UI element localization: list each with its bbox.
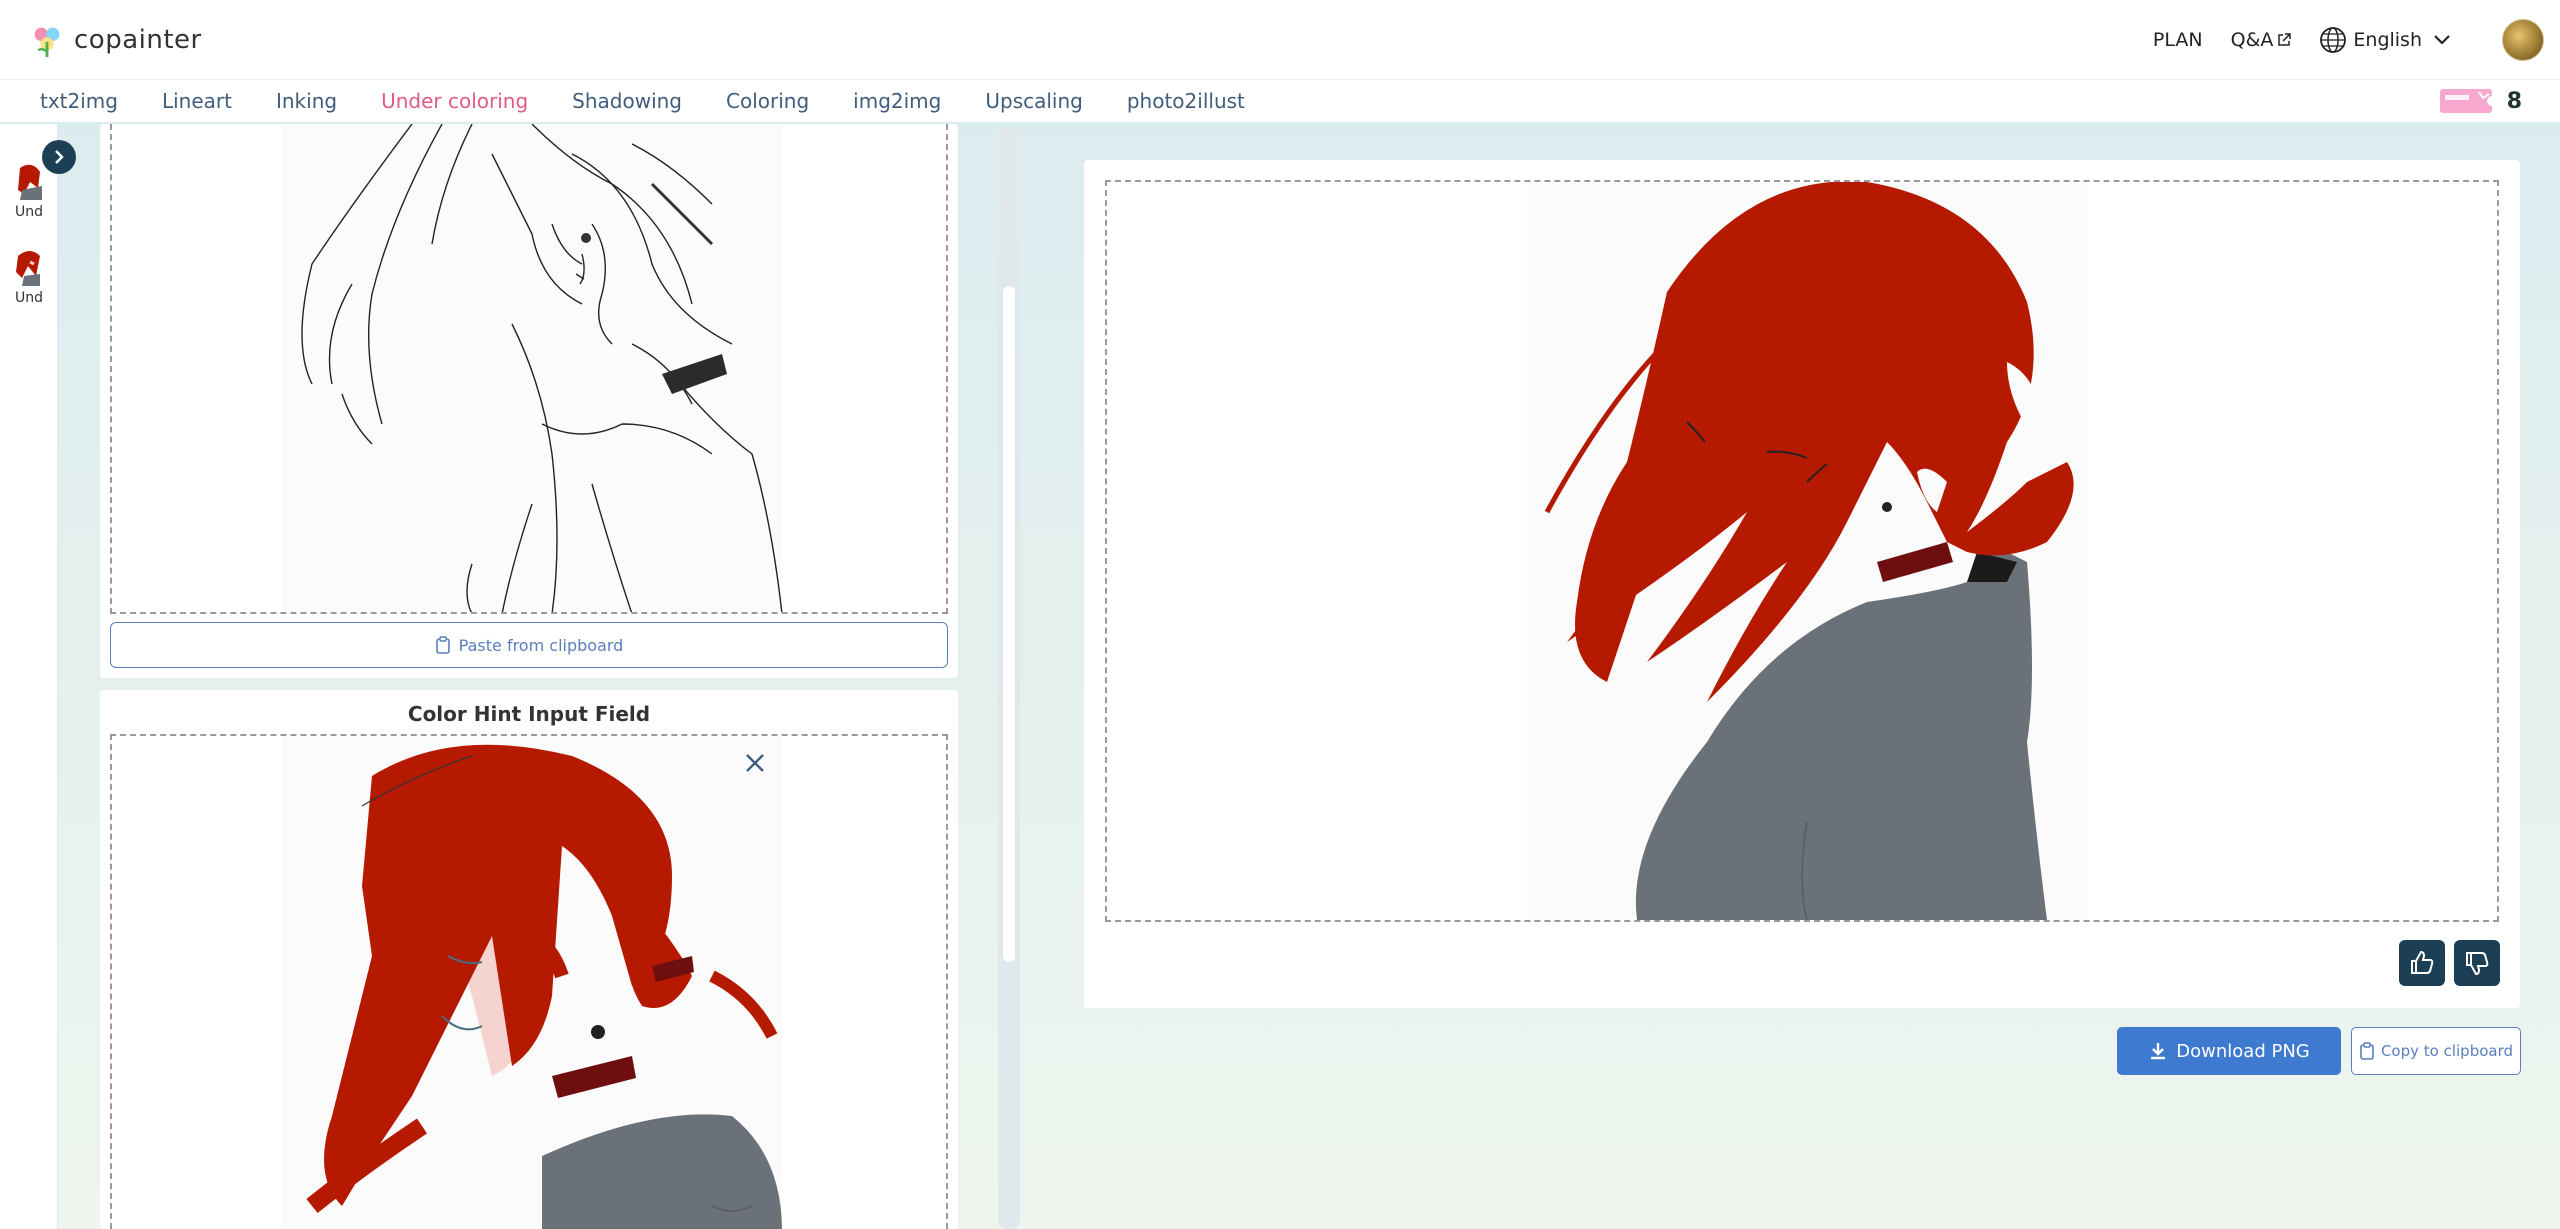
lineart-image <box>282 124 783 612</box>
close-icon <box>746 754 764 772</box>
tab-shadowing[interactable]: Shadowing <box>572 89 682 113</box>
qa-link[interactable]: Q&A <box>2231 29 2292 51</box>
chevron-right-icon <box>55 150 64 164</box>
copy-to-clipboard-button[interactable]: Copy to clipboard <box>2351 1027 2521 1075</box>
external-link-icon <box>2278 33 2292 46</box>
tab-upscaling[interactable]: Upscaling <box>985 89 1083 113</box>
tab-txt2img[interactable]: txt2img <box>40 89 118 113</box>
clipboard-icon <box>435 636 450 654</box>
ticket-icon <box>2439 89 2497 113</box>
globe-icon <box>2320 27 2347 53</box>
download-button-label: Download PNG <box>2176 1040 2310 1062</box>
qa-link-label: Q&A <box>2230 29 2274 51</box>
color-hint-title: Color Hint Input Field <box>407 702 651 726</box>
plan-link[interactable]: PLAN <box>2153 29 2203 51</box>
history-item[interactable]: Und <box>12 160 46 220</box>
tab-img2img[interactable]: img2img <box>853 89 941 113</box>
paste-button-label: Paste from clipboard <box>458 635 624 655</box>
tab-under-coloring[interactable]: Under coloring <box>381 89 528 113</box>
app-logo[interactable]: copainter <box>28 20 202 60</box>
credit-count: 8 <box>2506 88 2522 114</box>
thumbs-up-button[interactable] <box>2399 940 2445 986</box>
thumbs-up-icon <box>2411 950 2434 974</box>
user-avatar[interactable] <box>2502 19 2544 61</box>
chevron-down-icon <box>2434 35 2450 45</box>
language-selector[interactable]: English <box>2319 26 2458 54</box>
clear-hint-button[interactable] <box>740 748 770 778</box>
tab-photo2illust[interactable]: photo2illust <box>1127 89 1245 113</box>
tab-lineart[interactable]: Lineart <box>162 89 232 113</box>
result-image <box>1527 182 2087 920</box>
history-label: Und <box>14 290 43 306</box>
input-image-dropzone[interactable] <box>110 124 948 614</box>
color-hint-dropzone[interactable] <box>110 734 948 1229</box>
color-hint-image <box>282 736 782 1229</box>
thumbs-down-icon <box>2466 952 2489 976</box>
logo-icon <box>34 27 60 58</box>
paste-from-clipboard-button[interactable]: Paste from clipboard <box>110 622 948 668</box>
mode-tabs: txt2img Lineart Inking Under coloring Sh… <box>0 80 2560 122</box>
history-thumbnail <box>12 246 46 286</box>
history-label: Und <box>14 204 43 220</box>
history-item[interactable]: Und <box>12 246 46 306</box>
tab-inking[interactable]: Inking <box>276 89 337 113</box>
clipboard-icon <box>2360 1042 2374 1060</box>
download-icon <box>2151 1043 2166 1060</box>
logo-text: copainter <box>74 25 202 55</box>
scrollbar-thumb[interactable] <box>1003 286 1015 962</box>
copy-button-label: Copy to clipboard <box>2380 1042 2514 1060</box>
history-sidebar: Und Und <box>0 124 58 1229</box>
credits-display: 8 <box>2439 80 2522 122</box>
history-thumbnail <box>12 160 46 200</box>
result-image-frame <box>1105 180 2499 922</box>
language-label: English <box>2353 29 2422 51</box>
thumbs-down-button[interactable] <box>2454 940 2500 986</box>
expand-sidebar-button[interactable] <box>42 140 76 174</box>
top-header: copainter PLAN Q&A English <box>0 0 2560 80</box>
tab-coloring[interactable]: Coloring <box>726 89 809 113</box>
download-png-button[interactable]: Download PNG <box>2117 1027 2341 1075</box>
